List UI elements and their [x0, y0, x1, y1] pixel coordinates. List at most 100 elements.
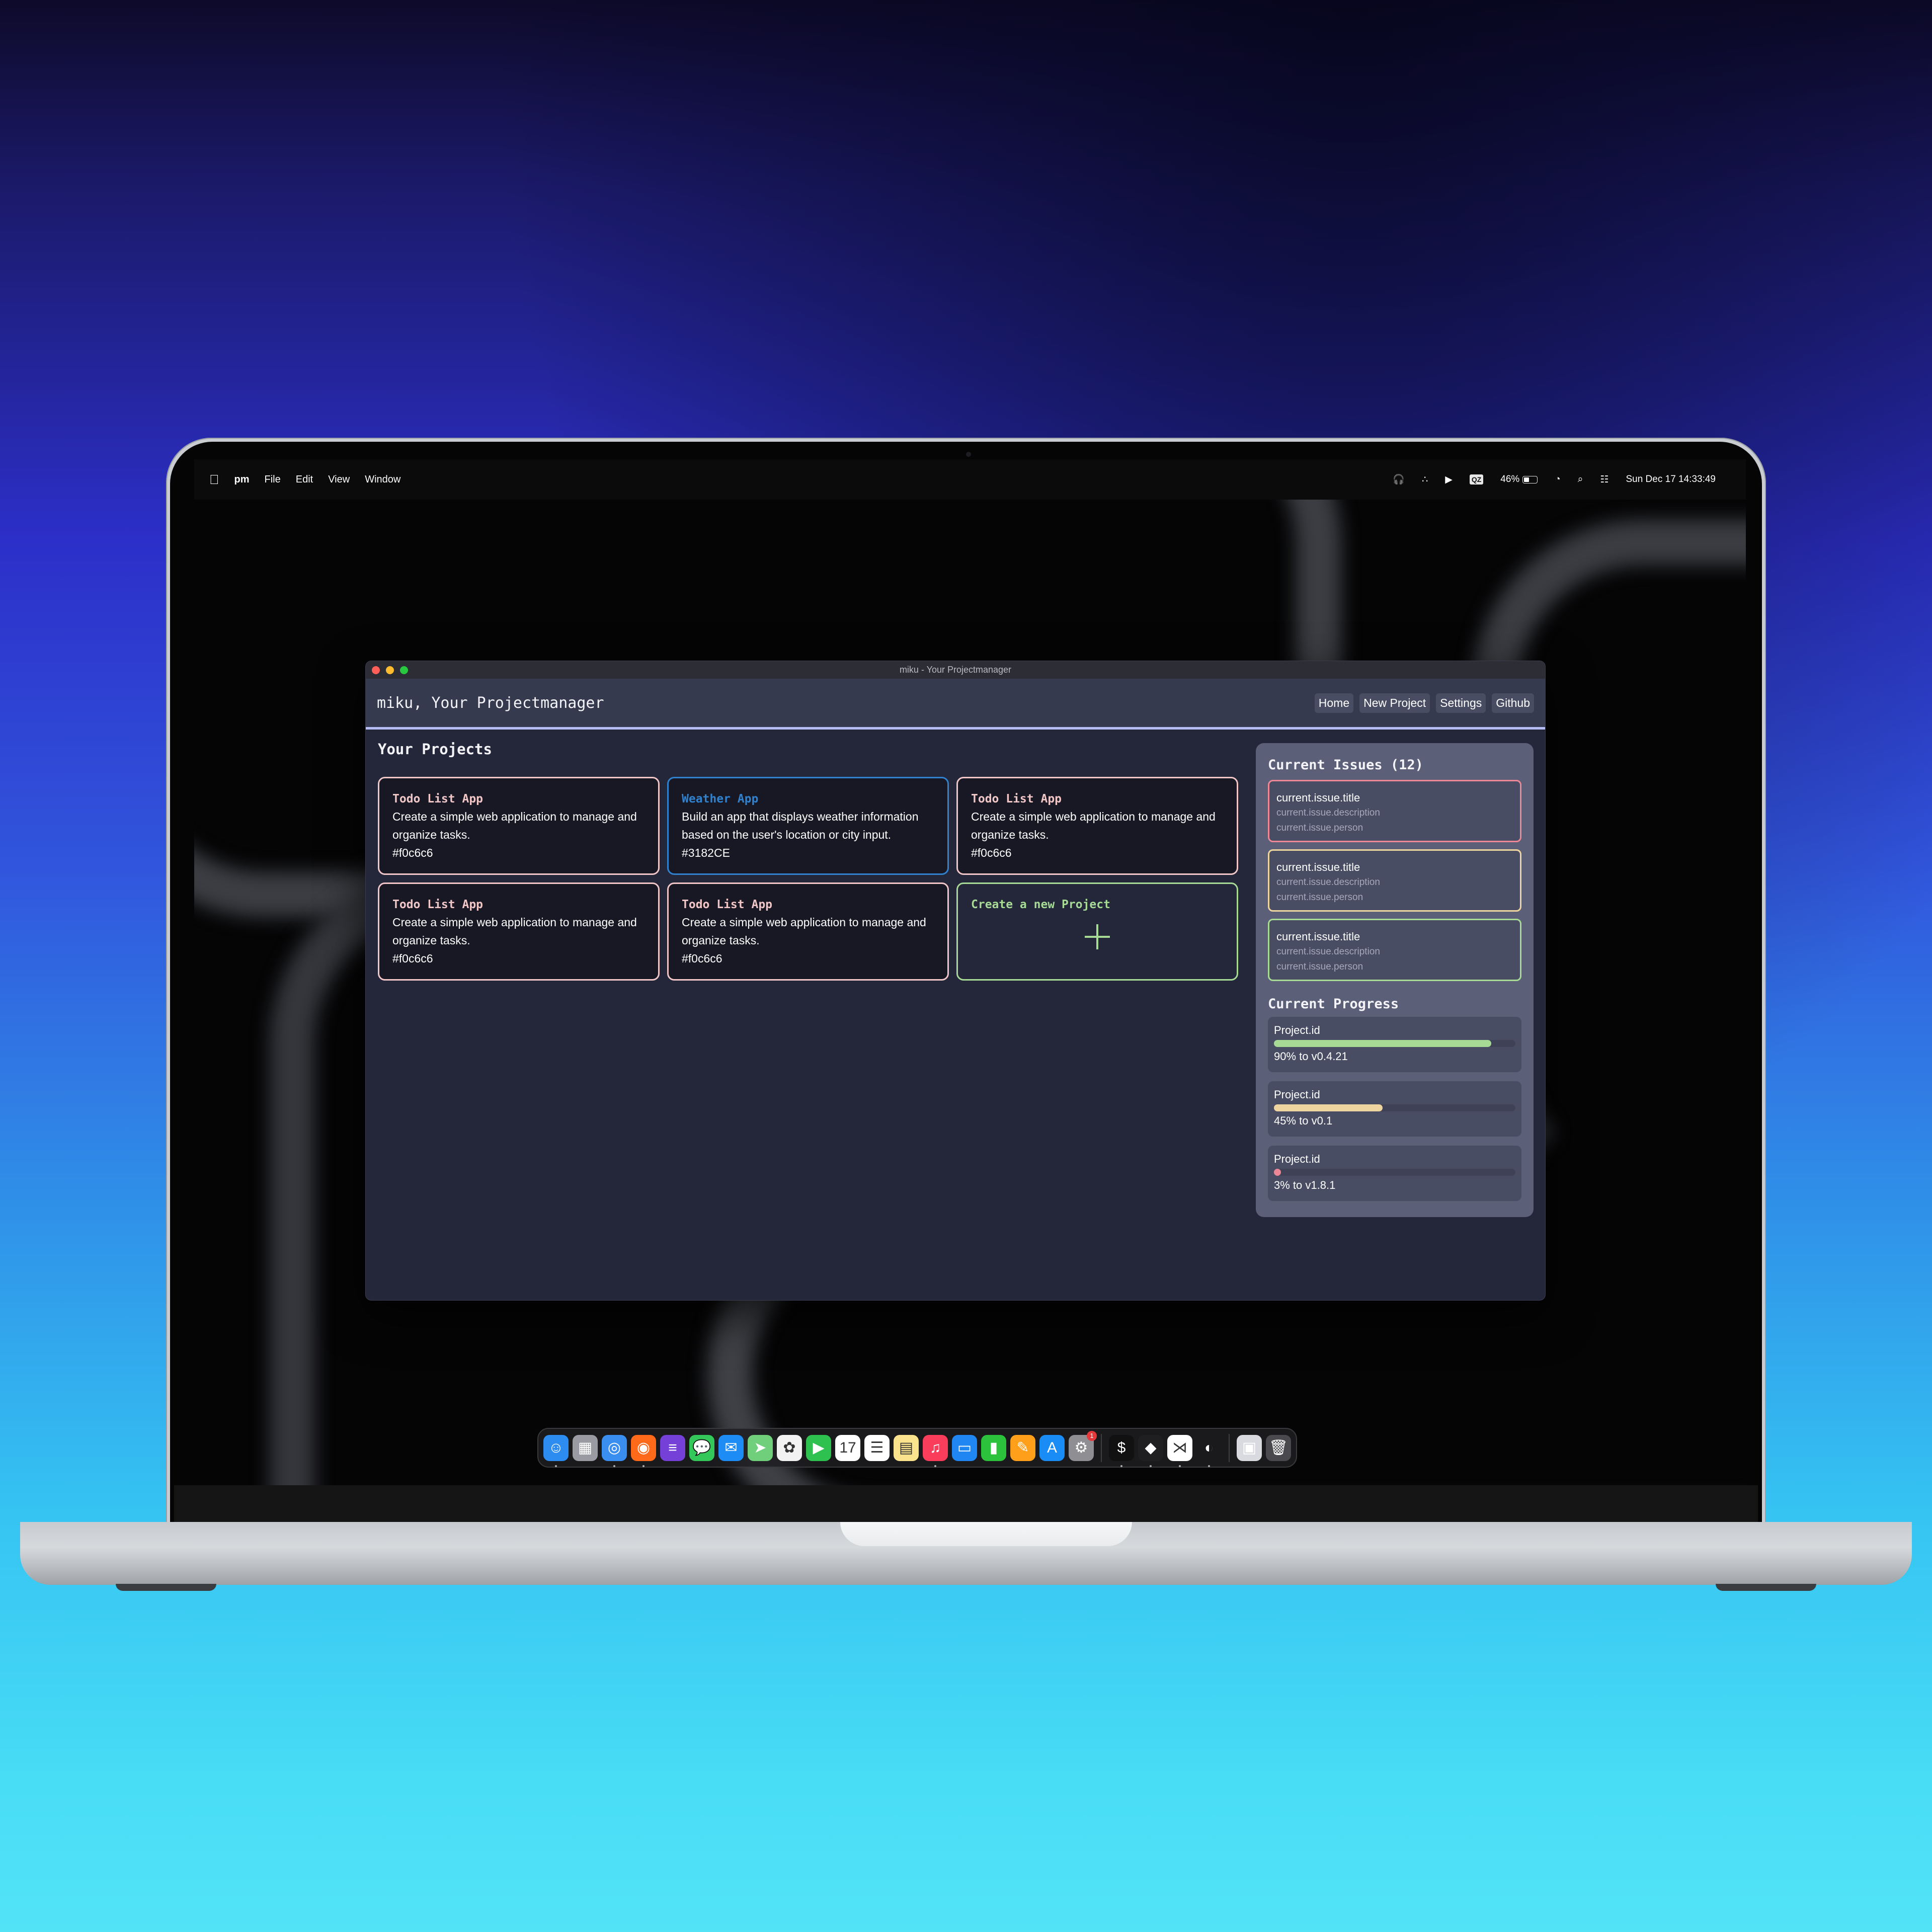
reminders-icon[interactable]: ☰ [864, 1434, 890, 1461]
progress-fill [1274, 1169, 1281, 1176]
issue-description: current.issue.description [1276, 946, 1380, 957]
running-indicator [555, 1465, 557, 1467]
clock[interactable]: Sun Dec 17 14:33:49 [1626, 474, 1716, 485]
window-titlebar[interactable]: miku - Your Projectmanager [366, 661, 1545, 679]
running-indicator [613, 1465, 615, 1467]
facetime-icon[interactable]: ▶ [806, 1434, 831, 1461]
menu-window[interactable]: Window [365, 474, 400, 486]
project-color: #f0c6c6 [682, 952, 722, 965]
project-card[interactable]: Todo List App Create a simple web applic… [378, 882, 660, 981]
pages-icon[interactable]: ✎ [1010, 1434, 1035, 1461]
project-card[interactable]: Todo List App Create a simple web applic… [956, 777, 1238, 875]
project-color: #3182CE [682, 846, 730, 859]
app-store-icon[interactable]: A [1039, 1434, 1065, 1461]
progress-fill [1274, 1104, 1383, 1111]
laptop-foot-left [116, 1584, 216, 1591]
create-project-card[interactable]: Create a new Project [956, 882, 1238, 981]
airpods-icon[interactable]: 🎧 [1393, 473, 1405, 486]
progress-project-name: Project.id [1274, 1153, 1320, 1165]
project-card[interactable]: Weather App Build an app that displays w… [667, 777, 949, 875]
issue-description: current.issue.description [1276, 808, 1380, 818]
finder-icon[interactable]: ☺ [543, 1434, 569, 1467]
project-card[interactable]: Todo List App Create a simple web applic… [378, 777, 660, 875]
safari-icon[interactable]: ◎ [602, 1434, 627, 1467]
dock-separator [1229, 1433, 1230, 1462]
menu-view[interactable]: View [328, 474, 350, 486]
photos-icon[interactable]: ✿ [777, 1434, 802, 1461]
nav-github-button[interactable]: Github [1492, 693, 1534, 713]
progress-heading: Current Progress [1268, 996, 1399, 1012]
apple-logo-icon[interactable]:  [209, 472, 219, 488]
music-icon[interactable]: ♫ [923, 1434, 948, 1467]
nav-settings-button[interactable]: Settings [1436, 693, 1486, 713]
tailscale-icon[interactable]: ◐ [1196, 1434, 1222, 1467]
menu-bar:  pm File Edit View Window 🎧 ∴ ▶︎ QZ 46% [194, 459, 1746, 500]
calendar-icon[interactable]: 17 [835, 1434, 860, 1461]
project-grid: Todo List App Create a simple web applic… [378, 777, 1251, 981]
keynote-icon[interactable]: ▭ [952, 1434, 977, 1461]
issue-card[interactable]: current.issue.title current.issue.descri… [1268, 849, 1521, 912]
control-center-icon[interactable]: ☷ [1600, 474, 1608, 486]
menu-edit[interactable]: Edit [296, 474, 313, 486]
running-indicator [1179, 1465, 1181, 1467]
camera-icon [966, 452, 971, 457]
play-circle-icon[interactable]: ▶︎ [1445, 474, 1453, 486]
battery-percent: 46% [1500, 474, 1520, 485]
project-title: Todo List App [971, 792, 1062, 806]
issue-person: current.issue.person [1276, 892, 1363, 903]
numbers-icon[interactable]: ▮ [981, 1434, 1006, 1461]
progress-item[interactable]: Project.id 45% to v0.1 [1268, 1081, 1521, 1137]
running-indicator [934, 1465, 936, 1467]
wifi-icon[interactable]: ◔ [1555, 474, 1560, 485]
projects-heading: Your Projects [378, 741, 492, 758]
progress-item[interactable]: Project.id 3% to v1.8.1 [1268, 1146, 1521, 1201]
notification-badge: 1 [1087, 1430, 1097, 1441]
battery-status[interactable]: 46% [1500, 474, 1538, 485]
issue-title: current.issue.title [1276, 791, 1360, 804]
downloads-stack-icon[interactable]: ▣ [1237, 1434, 1262, 1461]
nav-bar: Home New Project Settings Github [1314, 693, 1534, 713]
menu-file[interactable]: File [265, 474, 281, 486]
issues-heading: Current Issues (12) [1268, 757, 1423, 773]
laptop-base [20, 1522, 1912, 1585]
nav-new-project-button[interactable]: New Project [1359, 693, 1430, 713]
firefox-icon[interactable]: ◉ [631, 1434, 656, 1467]
project-description: Create a simple web application to manag… [971, 810, 1216, 841]
dots-icon[interactable]: ∴ [1422, 474, 1428, 486]
laptop-lid:  pm File Edit View Window 🎧 ∴ ▶︎ QZ 46% [166, 438, 1766, 1524]
project-color: #f0c6c6 [971, 846, 1012, 859]
app-brand: miku, Your Projectmanager [377, 694, 604, 712]
running-indicator [642, 1465, 645, 1467]
search-icon[interactable]: ⌕ [1578, 474, 1583, 485]
project-description: Create a simple web application to manag… [392, 810, 637, 841]
terminal-icon[interactable]: $ [1109, 1434, 1134, 1467]
issue-card[interactable]: current.issue.title current.issue.descri… [1268, 919, 1521, 981]
app-window: miku - Your Projectmanager miku, Your Pr… [365, 661, 1546, 1301]
trash-icon[interactable]: 🗑 [1266, 1434, 1291, 1461]
issue-person: current.issue.person [1276, 961, 1363, 972]
menu-app-name[interactable]: pm [234, 474, 250, 486]
input-source-badge[interactable]: QZ [1469, 474, 1484, 485]
project-color: #f0c6c6 [392, 846, 433, 859]
messages-icon[interactable]: 💬 [689, 1434, 714, 1461]
obsidian-icon[interactable]: ◆ [1138, 1434, 1163, 1467]
plus-icon [1085, 924, 1110, 949]
project-card[interactable]: Todo List App Create a simple web applic… [667, 882, 949, 981]
issue-person: current.issue.person [1276, 823, 1363, 833]
stack-app-icon[interactable]: ≡ [660, 1434, 685, 1461]
progress-item[interactable]: Project.id 90% to v0.4.21 [1268, 1017, 1521, 1072]
launchpad-icon[interactable]: ▦ [573, 1434, 598, 1461]
vscode-icon[interactable]: ⋊ [1167, 1434, 1192, 1467]
mail-icon[interactable]: ✉ [718, 1434, 744, 1461]
progress-project-name: Project.id [1274, 1088, 1320, 1101]
system-settings-icon[interactable]: ⚙ 1 [1069, 1430, 1097, 1461]
notes-icon[interactable]: ▤ [894, 1434, 919, 1461]
progress-label: 45% to v0.1 [1274, 1114, 1333, 1127]
maps-icon[interactable]: ➤ [748, 1434, 773, 1461]
issue-card[interactable]: current.issue.title current.issue.descri… [1268, 780, 1521, 842]
main-content: Your Projects Todo List App Create a sim… [366, 730, 1545, 1300]
sidebar-panel: Current Issues (12) current.issue.title … [1256, 743, 1534, 1217]
nav-home-button[interactable]: Home [1314, 693, 1354, 713]
dock-separator [1101, 1433, 1102, 1462]
progress-bar [1274, 1040, 1515, 1047]
